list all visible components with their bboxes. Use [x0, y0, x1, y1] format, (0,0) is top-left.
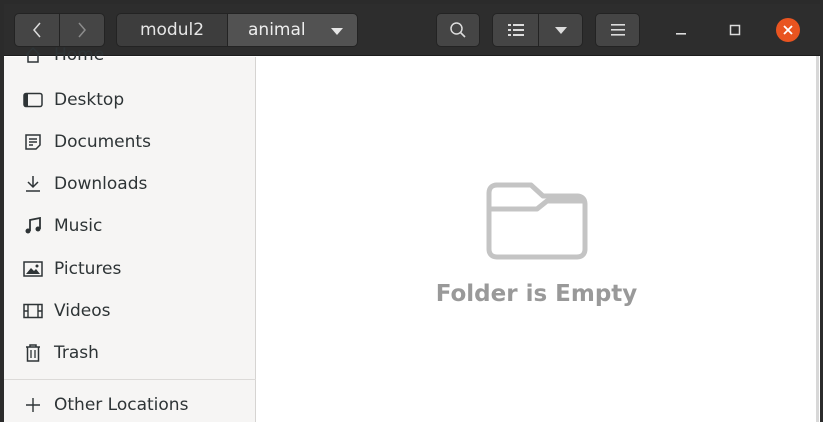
downloads-icon	[23, 174, 43, 194]
documents-icon	[23, 132, 43, 152]
sidebar-item-desktop[interactable]: Desktop	[4, 80, 256, 120]
home-icon	[23, 45, 43, 65]
trash-icon	[23, 343, 43, 363]
minimize-icon	[676, 33, 686, 35]
sidebar-item-downloads[interactable]: Downloads	[4, 164, 256, 204]
search-button[interactable]	[436, 13, 480, 47]
sidebar-item-label: Pictures	[54, 259, 122, 279]
folder-icon	[486, 182, 588, 260]
sidebar-item-label: Documents	[54, 132, 151, 152]
sidebar-item-other-locations[interactable]: Other Locations	[4, 385, 256, 422]
music-icon	[23, 216, 43, 236]
menu-button[interactable]	[595, 13, 640, 47]
search-icon	[450, 22, 466, 38]
maximize-icon	[729, 24, 741, 36]
sidebar-item-trash[interactable]: Trash	[4, 333, 256, 373]
desktop-icon	[23, 90, 43, 110]
sidebar-item-home[interactable]: Home	[4, 35, 256, 75]
file-manager-window: modul2 animal Home Desktop Documents Dow…	[4, 4, 820, 422]
empty-folder-message: Folder is Empty	[435, 281, 638, 307]
places-sidebar: Home Desktop Documents Downloads Music P…	[4, 45, 256, 422]
sidebar-separator	[4, 379, 256, 380]
list-view-icon	[507, 24, 524, 36]
caret-down-icon	[331, 28, 343, 35]
plus-icon	[23, 395, 43, 415]
background-window-edge	[816, 56, 819, 422]
sidebar-item-label: Other Locations	[54, 395, 189, 415]
view-options-button[interactable]	[538, 13, 583, 47]
videos-icon	[23, 301, 43, 321]
sidebar-item-label: Music	[54, 216, 103, 236]
close-icon	[783, 25, 793, 35]
close-button[interactable]	[774, 16, 802, 44]
close-circle	[776, 18, 800, 42]
minimize-button[interactable]	[667, 16, 695, 44]
sidebar-item-label: Desktop	[54, 90, 125, 110]
file-view[interactable]: Folder is Empty	[257, 57, 820, 422]
pictures-icon	[23, 259, 43, 279]
sidebar-item-label: Downloads	[54, 174, 148, 194]
caret-down-icon	[554, 26, 567, 34]
hamburger-icon	[610, 24, 625, 36]
sidebar-item-label: Trash	[54, 343, 99, 363]
breadcrumb-current-label: animal	[248, 20, 306, 40]
sidebar-item-music[interactable]: Music	[4, 206, 256, 246]
sidebar-item-pictures[interactable]: Pictures	[4, 249, 256, 289]
maximize-button[interactable]	[721, 16, 749, 44]
sidebar-item-label: Home	[54, 45, 105, 65]
sidebar-item-documents[interactable]: Documents	[4, 122, 256, 162]
sidebar-item-label: Videos	[54, 301, 111, 321]
sidebar-item-videos[interactable]: Videos	[4, 291, 256, 331]
view-toggle-button[interactable]	[492, 13, 539, 47]
